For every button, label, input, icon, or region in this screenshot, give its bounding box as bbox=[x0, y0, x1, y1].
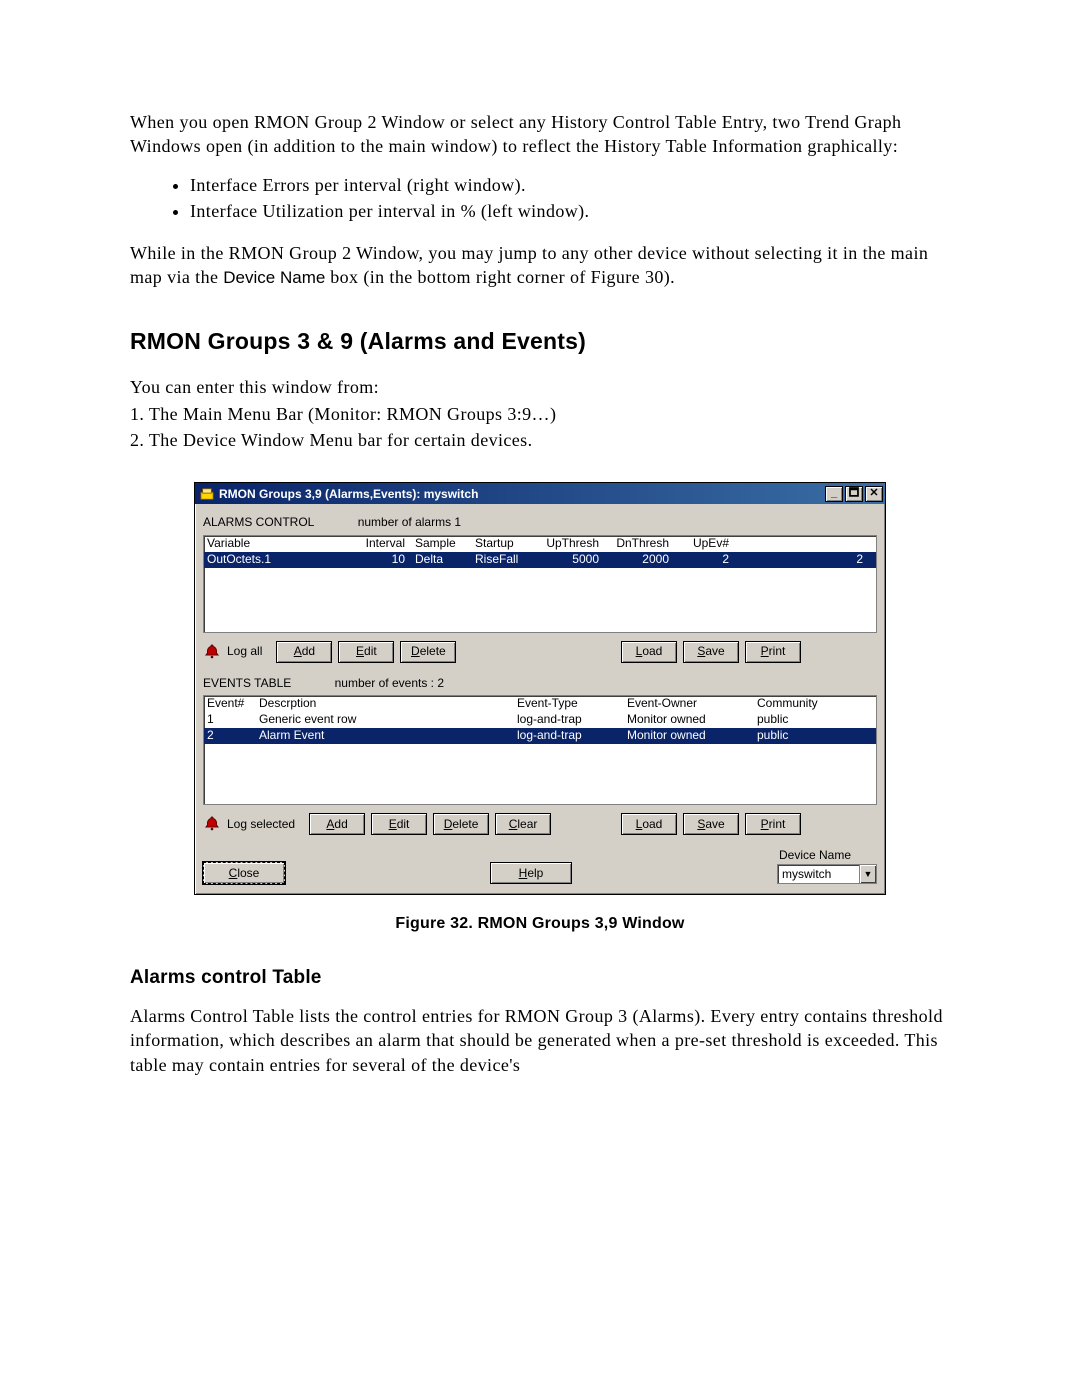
titlebar[interactable]: RMON Groups 3,9 (Alarms,Events): myswitc… bbox=[195, 483, 885, 504]
save-button[interactable]: Save bbox=[683, 813, 739, 835]
maximize-button[interactable]: 🗖 bbox=[845, 486, 863, 502]
cell-last: 2 bbox=[739, 552, 873, 567]
print-button[interactable]: Print bbox=[745, 641, 801, 663]
minimize-button[interactable]: _ bbox=[825, 486, 843, 502]
col-community: Community bbox=[757, 696, 873, 711]
close-button[interactable]: ✕ bbox=[865, 486, 883, 502]
subsection-paragraph: Alarms Control Table lists the control e… bbox=[130, 1004, 950, 1077]
col-sample: Sample bbox=[415, 536, 475, 551]
events-button-row: Log selected Add Edit Delete Clear Load … bbox=[203, 813, 877, 835]
device-name-label: Device Name bbox=[779, 847, 851, 863]
alarms-button-row: Log all Add Edit Delete Load Save Print bbox=[203, 641, 877, 663]
delete-button[interactable]: Delete bbox=[400, 641, 456, 663]
alarms-section-label: ALARMS CONTROL number of alarms 1 bbox=[203, 514, 877, 530]
window-title: RMON Groups 3,9 (Alarms,Events): myswitc… bbox=[219, 486, 823, 502]
device-name-value: myswitch bbox=[782, 866, 859, 882]
listbox-empty-space bbox=[204, 568, 876, 632]
intro-paragraph: When you open RMON Group 2 Window or sel… bbox=[130, 110, 950, 159]
events-section-label: EVENTS TABLE number of events : 2 bbox=[203, 675, 877, 691]
figure-caption: Figure 32. RMON Groups 3,9 Window bbox=[130, 913, 950, 935]
print-button[interactable]: Print bbox=[745, 813, 801, 835]
cell-event-type: log-and-trap bbox=[517, 728, 627, 743]
client-area: ALARMS CONTROL number of alarms 1 Variab… bbox=[195, 504, 885, 894]
cell-variable: OutOctets.1 bbox=[207, 552, 361, 567]
alarms-row-selected[interactable]: OutOctets.1 10 Delta RiseFall 5000 2000 … bbox=[204, 552, 876, 568]
bell-icon bbox=[203, 816, 221, 832]
clear-button[interactable]: Clear bbox=[495, 813, 551, 835]
after-heading-line: 1. The Main Menu Bar (Monitor: RMON Grou… bbox=[130, 402, 950, 426]
col-event-owner: Event-Owner bbox=[627, 696, 757, 711]
cell-community: public bbox=[757, 728, 873, 743]
col-eventnum: Event# bbox=[207, 696, 259, 711]
cell-interval: 10 bbox=[361, 552, 415, 567]
add-button[interactable]: Add bbox=[276, 641, 332, 663]
events-listbox[interactable]: Event# Descrption Event-Type Event-Owner… bbox=[203, 695, 877, 805]
col-interval: Interval bbox=[361, 536, 415, 551]
after-heading-line: 2. The Device Window Menu bar for certai… bbox=[130, 428, 950, 452]
rmon-window: RMON Groups 3,9 (Alarms,Events): myswitc… bbox=[194, 482, 886, 895]
cell-description: Generic event row bbox=[259, 712, 517, 727]
cell-event-owner: Monitor owned bbox=[627, 712, 757, 727]
alarms-listbox[interactable]: Variable Interval Sample Startup UpThres… bbox=[203, 535, 877, 633]
cell-community: public bbox=[757, 712, 873, 727]
listbox-empty-space bbox=[204, 744, 876, 804]
edit-button[interactable]: Edit bbox=[371, 813, 427, 835]
subsection-heading: Alarms control Table bbox=[130, 965, 950, 991]
bullet-list: Interface Errors per interval (right win… bbox=[130, 173, 950, 224]
bottom-row: Close Help Device Name myswitch ▼ bbox=[203, 847, 877, 884]
paragraph-2: While in the RMON Group 2 Window, you ma… bbox=[130, 241, 950, 290]
help-button[interactable]: Help bbox=[490, 862, 572, 884]
bell-icon bbox=[203, 644, 221, 660]
text-span: box (in the bottom right corner of Figur… bbox=[325, 267, 675, 287]
cell-description: Alarm Event bbox=[259, 728, 517, 743]
cell-startup: RiseFall bbox=[475, 552, 539, 567]
cell-eventnum: 1 bbox=[207, 712, 259, 727]
add-button[interactable]: Add bbox=[309, 813, 365, 835]
close-dialog-button[interactable]: Close bbox=[203, 862, 285, 884]
delete-button[interactable]: Delete bbox=[433, 813, 489, 835]
device-name-inline: Device Name bbox=[223, 268, 325, 287]
device-name-combo[interactable]: myswitch ▼ bbox=[777, 864, 877, 884]
cell-upthresh: 5000 bbox=[539, 552, 609, 567]
log-selected-label: Log selected bbox=[227, 816, 295, 832]
after-heading-line: You can enter this window from: bbox=[130, 375, 950, 399]
alarms-count: number of alarms 1 bbox=[358, 515, 461, 529]
col-upev: UpEv# bbox=[679, 536, 739, 551]
events-header-row: Event# Descrption Event-Type Event-Owner… bbox=[204, 696, 876, 712]
cell-upev: 2 bbox=[679, 552, 739, 567]
bullet-item: Interface Utilization per interval in % … bbox=[190, 199, 950, 223]
cell-dnthresh: 2000 bbox=[609, 552, 679, 567]
document-page: When you open RMON Group 2 Window or sel… bbox=[0, 0, 1080, 1241]
cell-event-type: log-and-trap bbox=[517, 712, 627, 727]
chevron-down-icon[interactable]: ▼ bbox=[859, 865, 876, 883]
col-event-type: Event-Type bbox=[517, 696, 627, 711]
load-button[interactable]: Load bbox=[621, 813, 677, 835]
col-variable: Variable bbox=[207, 536, 361, 551]
alarms-header-row: Variable Interval Sample Startup UpThres… bbox=[204, 536, 876, 552]
section-heading: RMON Groups 3 & 9 (Alarms and Events) bbox=[130, 326, 950, 357]
app-icon bbox=[199, 486, 215, 502]
bullet-item: Interface Errors per interval (right win… bbox=[190, 173, 950, 197]
cell-sample: Delta bbox=[415, 552, 475, 567]
events-row[interactable]: 1 Generic event row log-and-trap Monitor… bbox=[204, 712, 876, 728]
col-startup: Startup bbox=[475, 536, 539, 551]
events-row-selected[interactable]: 2 Alarm Event log-and-trap Monitor owned… bbox=[204, 728, 876, 744]
alarms-label-text: ALARMS CONTROL bbox=[203, 515, 314, 529]
save-button[interactable]: Save bbox=[683, 641, 739, 663]
col-description: Descrption bbox=[259, 696, 517, 711]
load-button[interactable]: Load bbox=[621, 641, 677, 663]
edit-button[interactable]: Edit bbox=[338, 641, 394, 663]
cell-event-owner: Monitor owned bbox=[627, 728, 757, 743]
log-all-label: Log all bbox=[227, 643, 262, 659]
events-count: number of events : 2 bbox=[335, 676, 444, 690]
events-label-text: EVENTS TABLE bbox=[203, 676, 291, 690]
figure-container: RMON Groups 3,9 (Alarms,Events): myswitc… bbox=[130, 482, 950, 934]
col-upthresh: UpThresh bbox=[539, 536, 609, 551]
col-dnthresh: DnThresh bbox=[609, 536, 679, 551]
cell-eventnum: 2 bbox=[207, 728, 259, 743]
